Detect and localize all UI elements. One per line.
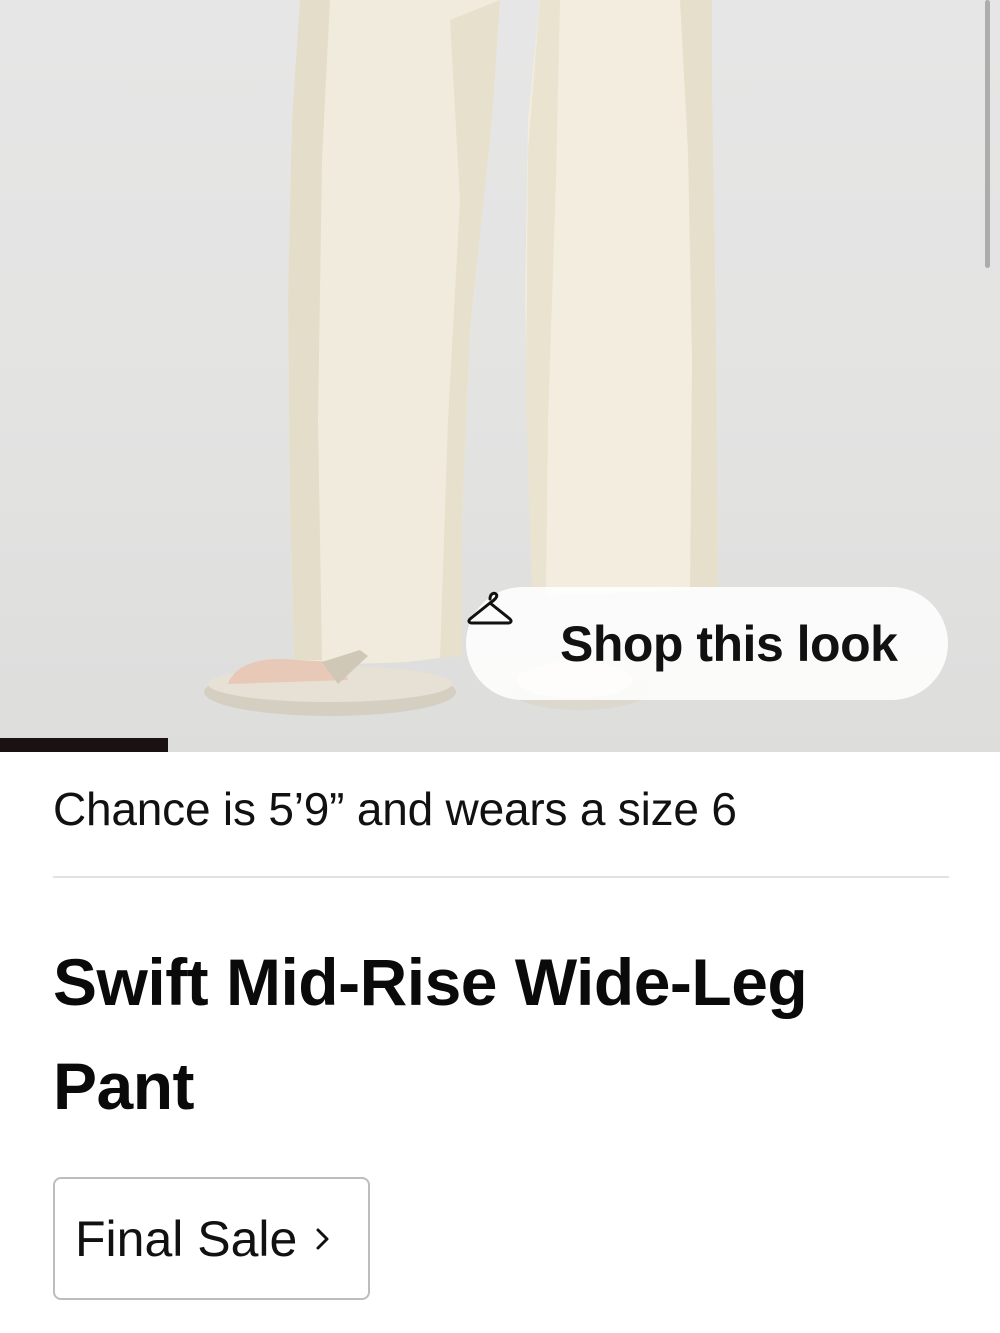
product-title: Swift Mid-Rise Wide-Leg Pant <box>53 945 808 1123</box>
shop-this-look-label: Shop this look <box>560 615 898 672</box>
final-sale-button[interactable]: Final Sale <box>53 1177 370 1300</box>
divider <box>53 876 949 878</box>
shop-this-look-button[interactable]: Shop this look <box>466 587 948 700</box>
model-size-info: Chance is 5’9” and wears a size 6 <box>53 783 737 835</box>
hanger-icon <box>467 591 544 664</box>
final-sale-label: Final Sale <box>75 1210 298 1267</box>
gallery-progress-bar <box>0 738 168 752</box>
chevron-right-icon <box>313 1224 333 1254</box>
scroll-indicator[interactable] <box>985 0 990 268</box>
product-image[interactable]: Shop this look <box>0 0 1000 752</box>
